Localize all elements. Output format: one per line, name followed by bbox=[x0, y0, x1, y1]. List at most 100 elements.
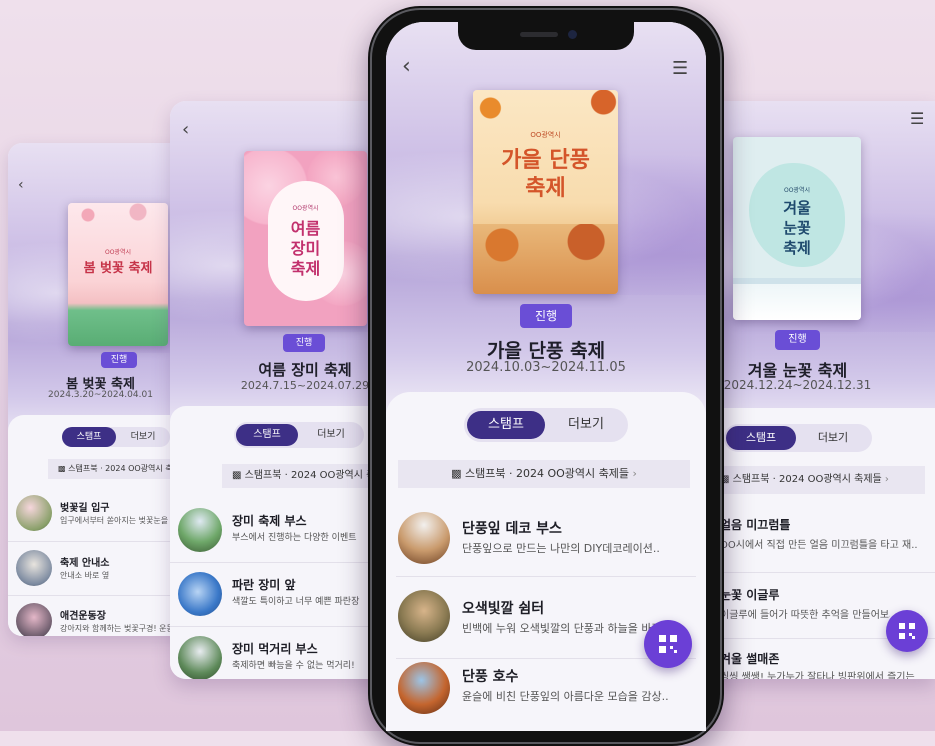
status-badge: 진행 bbox=[283, 334, 325, 352]
item-title: 얼음 미끄럼틀 bbox=[720, 518, 791, 532]
list-item[interactable]: 얼음 미끄럼틀 OO시에서 직접 만든 얼음 미끄럼틀을 타고 재.. bbox=[700, 506, 935, 573]
tab-more[interactable]: 더보기 bbox=[547, 411, 625, 439]
tab-stamp[interactable]: 스탬프 bbox=[467, 411, 545, 439]
item-title: 겨울 썰매존 bbox=[720, 652, 780, 666]
qr-code-icon bbox=[659, 635, 677, 653]
item-thumbnail bbox=[16, 495, 52, 531]
qr-scan-button[interactable] bbox=[644, 620, 692, 668]
item-description: 부스에서 진행하는 다양한 이벤트 bbox=[232, 533, 357, 543]
status-badge: 진행 bbox=[775, 330, 820, 350]
poster-title-line3: 축제 bbox=[783, 239, 811, 257]
winter-festival-screen: ☰ OO광역시 겨울 눈꽃 축제 진행 겨울 눈꽃 축제 2024.12.24~… bbox=[700, 101, 935, 679]
poster-title-line3: 축제 bbox=[290, 259, 321, 278]
autumn-festival-screen: ‹ ☰ OO광역시 가을 단풍 축제 진행 가을 단풍 축제 2024.10.0… bbox=[386, 22, 706, 731]
poster-city: OO광역시 bbox=[783, 187, 810, 194]
tab-bar: 스탬프 더보기 bbox=[464, 408, 628, 442]
stampbook-bar[interactable]: ▩ 스탬프북 · 2024 OO광역시 축제들 bbox=[222, 464, 385, 488]
list-item[interactable]: 벚꽃길 입구 입구에서부터 쏟아지는 벚꽃눈을 bbox=[8, 487, 193, 542]
hamburger-menu-icon[interactable]: ☰ bbox=[910, 109, 924, 128]
item-thumbnail bbox=[16, 603, 52, 636]
list-item[interactable]: 축제 안내소 안내소 바로 옆 bbox=[8, 541, 193, 596]
item-thumbnail bbox=[178, 636, 222, 679]
item-thumbnail bbox=[398, 590, 450, 642]
tab-more[interactable]: 더보기 bbox=[798, 426, 868, 450]
poster-title-line2: 눈꽃 bbox=[783, 219, 811, 237]
summer-festival-screen: ‹ OO광역시 여름 장미 축제 진행 여름 장미 축제 2024.7.15~2… bbox=[170, 101, 385, 679]
poster-city: OO광역시 bbox=[530, 131, 561, 139]
item-title: 파란 장미 앞 bbox=[232, 578, 296, 592]
festival-poster[interactable]: OO광역시 겨울 눈꽃 축제 bbox=[733, 137, 861, 320]
item-title: 장미 축제 부스 bbox=[232, 514, 307, 528]
tab-more[interactable]: 더보기 bbox=[300, 424, 362, 446]
list-item[interactable]: 단풍잎 데코 부스 단풍잎으로 만드는 나만의 DIY데코레이션.. bbox=[396, 500, 696, 577]
phone-notch bbox=[458, 22, 634, 50]
stampbook-bar[interactable]: ▩ 스탬프북 · 2024 OO광역시 축제들 › bbox=[398, 460, 690, 488]
autumn-tree-decoration bbox=[473, 90, 618, 120]
tab-stamp[interactable]: 스탬프 bbox=[236, 424, 298, 446]
item-title: 장미 먹거리 부스 bbox=[232, 642, 318, 656]
content-sheet: 스탬프 더보기 ▩ 스탬프북 · 2024 OO광역시 축제들 › 단풍잎 데코… bbox=[386, 392, 706, 731]
item-description: 축제하면 빠능을 수 없는 먹거리! bbox=[232, 661, 355, 671]
item-title: 축제 안내소 bbox=[60, 558, 110, 569]
poster-title-line1: 겨울 bbox=[783, 199, 811, 217]
festival-poster[interactable]: OO광역시 봄 벚꽃 축제 bbox=[68, 203, 168, 346]
back-chevron-icon[interactable]: ‹ bbox=[402, 54, 411, 79]
item-thumbnail bbox=[398, 662, 450, 714]
festival-poster[interactable]: OO광역시 여름 장미 축제 bbox=[244, 151, 367, 326]
snow-village-decoration bbox=[733, 278, 861, 320]
item-thumbnail bbox=[178, 572, 222, 616]
list-item[interactable]: 장미 축제 부스 부스에서 진행하는 다양한 이벤트 bbox=[170, 498, 385, 563]
item-title: 단풍 호수 bbox=[462, 669, 519, 685]
poster-city: OO광역시 bbox=[292, 205, 319, 212]
festival-title: 여름 장미 축제 bbox=[258, 361, 352, 379]
stampbook-label: 스탬프북 · 2024 OO광역시 축제들 bbox=[732, 474, 882, 485]
item-title: 애견운동장 bbox=[60, 611, 106, 622]
festival-poster[interactable]: OO광역시 가을 단풍 축제 bbox=[473, 90, 618, 294]
chevron-right-icon: › bbox=[632, 467, 637, 480]
item-description: 씽씽 쌩쌩! 누가누가 잘타나 빙판위에서 즐기는 bbox=[720, 672, 915, 679]
hamburger-menu-icon[interactable]: ☰ bbox=[672, 58, 688, 79]
item-description: 단풍잎으로 만드는 나만의 DIY데코레이션.. bbox=[462, 542, 660, 555]
tab-stamp[interactable]: 스탬프 bbox=[62, 427, 116, 447]
item-title: 벚꽃길 입구 bbox=[60, 503, 110, 514]
item-thumbnail bbox=[16, 550, 52, 586]
stampbook-label: 스탬프북 · 2024 OO광역시 축제들 bbox=[244, 470, 385, 481]
item-thumbnail bbox=[178, 508, 222, 552]
tab-bar: 스탬프 더보기 bbox=[62, 427, 170, 447]
item-description: OO시에서 직접 만든 얼음 미끄럼틀을 타고 재.. bbox=[720, 540, 918, 551]
stampbook-icon: ▩ bbox=[58, 464, 66, 473]
status-badge: 진행 bbox=[101, 352, 137, 368]
back-chevron-icon[interactable]: ‹ bbox=[18, 177, 24, 193]
festival-dates: 2024.7.15~2024.07.29 bbox=[240, 379, 370, 392]
back-chevron-icon[interactable]: ‹ bbox=[182, 119, 189, 140]
item-title: 눈꽃 이글루 bbox=[720, 588, 780, 602]
festival-dates: 2024.3.20~2024.04.01 bbox=[48, 390, 153, 400]
item-description: 이글루에 들어가 따뜻한 추억을 만들어보세요 bbox=[720, 610, 890, 621]
item-description: 빈백에 누워 오색빛깔의 단풍과 하늘을 바라 bbox=[462, 622, 662, 635]
stampbook-icon: ▩ bbox=[451, 467, 462, 480]
poster-title-line2: 축제 bbox=[525, 176, 566, 201]
spring-festival-screen: ‹ OO광역시 봄 벚꽃 축제 진행 봄 벚꽃 축제 2024.3.20~202… bbox=[8, 143, 193, 636]
item-title: 오색빛깔 쉼터 bbox=[462, 601, 545, 617]
list-item[interactable]: 장미 먹거리 부스 축제하면 빠능을 수 없는 먹거리! bbox=[170, 626, 385, 679]
qr-scan-button[interactable] bbox=[886, 610, 928, 652]
stampbook-bar[interactable]: ▩ 스탬프북 · 2024 OO광역시 축제들 › bbox=[706, 466, 925, 494]
list-item[interactable]: 단풍 호수 윤슬에 비친 단풍잎의 아름다운 모습을 감상.. bbox=[396, 658, 696, 730]
tab-stamp[interactable]: 스탬프 bbox=[726, 426, 796, 450]
festival-dates: 2024.10.03~2024.11.05 bbox=[466, 360, 626, 375]
item-thumbnail bbox=[398, 512, 450, 564]
tab-bar: 스탬프 더보기 bbox=[724, 424, 872, 452]
tab-more[interactable]: 더보기 bbox=[116, 427, 170, 447]
tab-bar: 스탬프 더보기 bbox=[234, 422, 364, 448]
stampbook-icon: ▩ bbox=[232, 470, 242, 481]
item-description: 색깔도 특이하고 너무 예쁜 파란장 bbox=[232, 597, 360, 607]
stampbook-label: 스탬프북 · 2024 OO광역시 축제들 bbox=[465, 467, 629, 480]
item-description: 윤슬에 비친 단풍잎의 아름다운 모습을 감상.. bbox=[462, 690, 669, 703]
poster-title: 봄 벚꽃 축제 bbox=[83, 261, 153, 276]
poster-city: OO광역시 bbox=[104, 249, 131, 256]
list-item[interactable]: 애견운동장 강아지와 함께하는 벚꽃구경! 운동 bbox=[8, 595, 193, 636]
blossom-decoration bbox=[68, 203, 168, 233]
content-sheet: 스탬프 더보기 ▩ 스탬프북 · 2024 OO광역시 축제들 › 얼음 미끄럼… bbox=[700, 408, 935, 679]
list-item[interactable]: 파란 장미 앞 색깔도 특이하고 너무 예쁜 파란장 bbox=[170, 562, 385, 627]
festival-title: 가을 단풍 축제 bbox=[486, 340, 606, 362]
